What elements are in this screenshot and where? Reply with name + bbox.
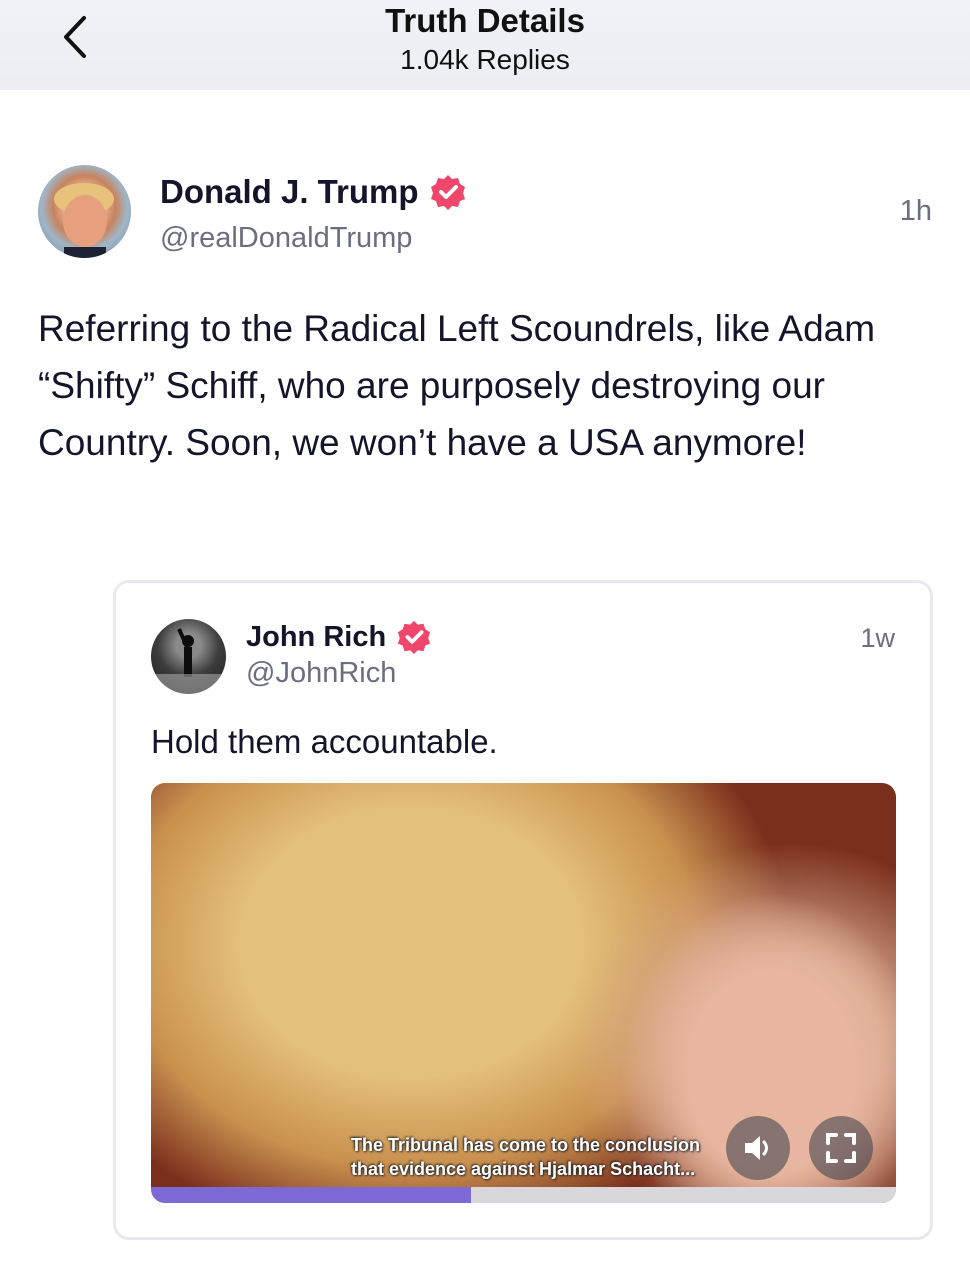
quoted-author-name-text: John Rich — [246, 620, 387, 653]
post-body: Referring to the Radical Left Scoundrels… — [38, 308, 876, 463]
quoted-author-name[interactable]: John Rich — [246, 619, 432, 655]
reply-count: 1.04k Replies — [400, 44, 570, 75]
sound-button[interactable] — [726, 1116, 790, 1180]
video-progress-fill — [151, 1187, 472, 1203]
video-caption-line: that evidence against Hjalmar Schacht... — [351, 1159, 696, 1179]
fullscreen-button[interactable] — [809, 1116, 873, 1180]
avatar-portrait — [151, 628, 226, 694]
speaker-icon — [745, 1136, 768, 1160]
fullscreen-icon — [826, 1133, 856, 1163]
verified-badge-icon — [398, 620, 431, 655]
top-bar: Truth Details 1.04k Replies — [0, 0, 970, 90]
post-header: Donald J. Trump @realDonaldTrump 1h — [38, 165, 932, 260]
quoted-post-time: 1w — [860, 623, 895, 653]
page-title: Truth Details — [385, 2, 585, 39]
author-name[interactable]: Donald J. Trump — [160, 173, 467, 211]
post-time: 1h — [899, 195, 932, 227]
header-titles: Truth Details 1.04k Replies — [0, 0, 970, 78]
video-player[interactable]: The Tribunal has come to the conclusion … — [151, 783, 896, 1203]
avatar-portrait — [54, 183, 114, 258]
quoted-post-body: Hold them accountable. — [151, 723, 498, 760]
author-handle[interactable]: @realDonaldTrump — [160, 222, 412, 255]
verified-badge-icon — [430, 175, 465, 210]
avatar[interactable] — [151, 619, 226, 694]
quoted-author-handle[interactable]: @JohnRich — [246, 657, 396, 690]
video-caption: The Tribunal has come to the conclusion … — [351, 1133, 771, 1181]
author-name-text: Donald J. Trump — [160, 173, 419, 210]
video-progress-bar[interactable] — [151, 1187, 896, 1203]
avatar[interactable] — [38, 165, 131, 258]
video-caption-line: The Tribunal has come to the conclusion — [351, 1135, 701, 1155]
quoted-post-card[interactable]: John Rich @JohnRich 1w Hold them account… — [113, 580, 933, 1240]
